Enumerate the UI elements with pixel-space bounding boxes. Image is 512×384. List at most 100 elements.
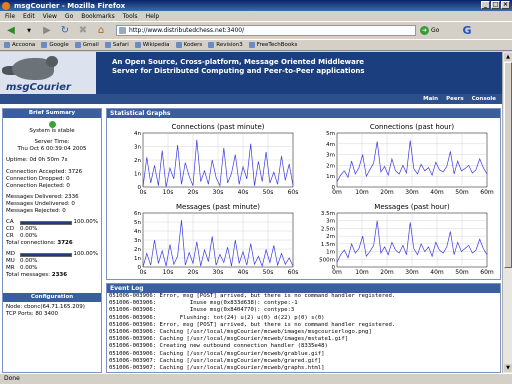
home-button[interactable]: ⌂: [93, 24, 109, 38]
config-node: Node: cbonc(64.71.165.209): [6, 304, 85, 310]
bookmark-google[interactable]: Google: [41, 42, 69, 48]
menu-go[interactable]: Go: [65, 13, 73, 20]
x-tick-label: 0s: [140, 269, 147, 276]
menu-help[interactable]: Help: [146, 13, 160, 20]
x-tick-label: 60s: [288, 189, 299, 196]
y-tick-label: 3m: [326, 219, 335, 225]
y-tick-label: 3n: [134, 145, 141, 151]
y-tick-label: 2m: [326, 234, 335, 240]
config-tcp-ports: TCP Ports: 80 3400: [6, 311, 59, 317]
firefox-icon: [2, 2, 10, 10]
bookmark-label: Gmail: [82, 42, 99, 48]
scroll-down-icon[interactable]: ▼: [504, 364, 512, 372]
bookmark-icon: [134, 42, 141, 48]
bookmark-wikipedia[interactable]: Wikipedia: [134, 42, 170, 48]
window-title: msgCourier - Mozilla Firefox: [14, 1, 126, 10]
x-tick-label: 60s: [288, 269, 299, 276]
bookmark-icon: [104, 42, 111, 48]
y-tick-label: 4n: [134, 131, 141, 137]
site-favicon-icon: [119, 27, 126, 34]
page-scrollbar[interactable]: ▲ ▼: [502, 52, 512, 373]
bookmark-gmail[interactable]: Gmail: [74, 42, 99, 48]
x-tick-label: 30m: [405, 269, 419, 276]
url-input[interactable]: http://www.distributedchess.net:3400/: [116, 25, 416, 36]
stop-button[interactable]: ✖: [75, 24, 91, 38]
y-tick-label: 1m: [326, 174, 335, 180]
y-tick-label: 5n: [134, 220, 141, 226]
bookmarks-toolbar: Accoona Google Gmail Safari Wikipedia Ko…: [0, 39, 512, 51]
maximize-button[interactable]: □: [491, 1, 500, 9]
nav-console[interactable]: Console: [472, 96, 496, 102]
bookmark-safari[interactable]: Safari: [104, 42, 129, 48]
menu-tools[interactable]: Tools: [123, 13, 138, 20]
go-label: Go: [431, 27, 440, 34]
back-dropdown[interactable]: ▼: [21, 24, 37, 38]
y-tick-label: 2m: [326, 163, 335, 169]
stats-panel: Statistical Graphs Connections (past min…: [106, 108, 501, 280]
stats-graphs: Connections (past minute)01n2n3n4n0s 10s 2…: [134, 123, 494, 276]
y-tick-label: 1n: [134, 256, 141, 262]
bookmark-icon: [175, 42, 182, 48]
x-tick-label: 20m: [380, 189, 394, 196]
y-tick-label: 3n: [134, 238, 141, 244]
total-messages: Total messages: 2336: [6, 272, 98, 279]
bookmark-freetechbooks[interactable]: FreeTechBooks: [248, 42, 298, 48]
progress-bar: [19, 252, 72, 257]
x-tick-label: 30s: [213, 269, 224, 276]
scroll-up-icon[interactable]: ▲: [504, 53, 512, 61]
event-log-header: Event Log: [107, 284, 500, 293]
page-content: msgCourier An Open Source, Cross-platfor…: [0, 52, 502, 373]
nav-main[interactable]: Main: [423, 96, 438, 102]
back-button[interactable]: ◀: [3, 24, 19, 38]
bar-label: CA: [6, 219, 14, 225]
y-tick-label: 5m: [326, 131, 335, 137]
msgcourier-logo[interactable]: msgCourier: [0, 52, 96, 94]
menu-file[interactable]: File: [5, 13, 15, 20]
x-tick-label: 10m: [355, 189, 369, 196]
y-tick-label: 4m: [326, 142, 335, 148]
y-tick-label: 3.5m: [321, 211, 335, 217]
x-tick-label: 10s: [163, 269, 174, 276]
y-tick-label: 1n: [134, 172, 141, 178]
bookmark-icon: [74, 42, 81, 48]
minimize-button[interactable]: _: [481, 1, 490, 9]
bar-label: MR: [6, 265, 15, 271]
x-tick-label: 30s: [213, 189, 224, 196]
close-button[interactable]: ×: [501, 1, 510, 9]
menu-edit[interactable]: Edit: [23, 13, 35, 20]
log-line: 051006-003906: Caching [/usr/local/msgCo…: [109, 336, 349, 343]
nav-peers[interactable]: Peers: [446, 96, 463, 102]
chart-title: Messages (past minute): [176, 203, 260, 211]
chevron-down-icon: ▼: [27, 27, 31, 34]
bookmark-label: Safari: [112, 42, 129, 48]
x-tick-label: 0m: [332, 189, 342, 196]
x-tick-label: 0s: [140, 189, 147, 196]
bookmark-accoona[interactable]: Accoona: [4, 42, 35, 48]
config-header: Configuration: [3, 293, 101, 302]
back-arrow-icon: ◀: [7, 25, 15, 36]
total-connections-value: 3726: [57, 240, 73, 246]
reload-button[interactable]: ↻: [57, 24, 73, 38]
go-arrow-icon: ➜: [420, 26, 429, 35]
bookmark-label: FreeTechBooks: [256, 42, 298, 48]
x-tick-label: 40m: [430, 269, 444, 276]
x-tick-label: 10s: [163, 189, 174, 196]
bookmark-koders[interactable]: Koders: [175, 42, 202, 48]
total-connections: Total connections: 3726: [6, 240, 98, 247]
scrollbar-thumb[interactable]: [504, 62, 512, 268]
system-status: System is stable: [29, 128, 75, 134]
menu-view[interactable]: View: [43, 13, 57, 20]
google-search-icon[interactable]: G: [458, 22, 476, 38]
bar-percent: 0.00%: [20, 233, 38, 239]
bar-percent: 100.00%: [73, 219, 98, 225]
pigeon-head-icon: [46, 56, 58, 67]
total-messages-value: 2336: [51, 272, 68, 278]
go-button[interactable]: ➜ Go: [420, 25, 439, 36]
bar-percent: 0.00%: [20, 258, 38, 264]
menu-bookmarks[interactable]: Bookmarks: [81, 13, 115, 20]
forward-button[interactable]: ▶: [39, 24, 55, 38]
bookmark-revision3[interactable]: Revision3: [208, 42, 243, 48]
conn-accepted: Connection Accepted: 3726: [6, 169, 83, 175]
log-line: 051006-003907: Caching [/usr/local/msgCo…: [109, 357, 322, 364]
event-log-body[interactable]: 051006-003906: Error, msg [POST] arrived…: [107, 293, 500, 372]
